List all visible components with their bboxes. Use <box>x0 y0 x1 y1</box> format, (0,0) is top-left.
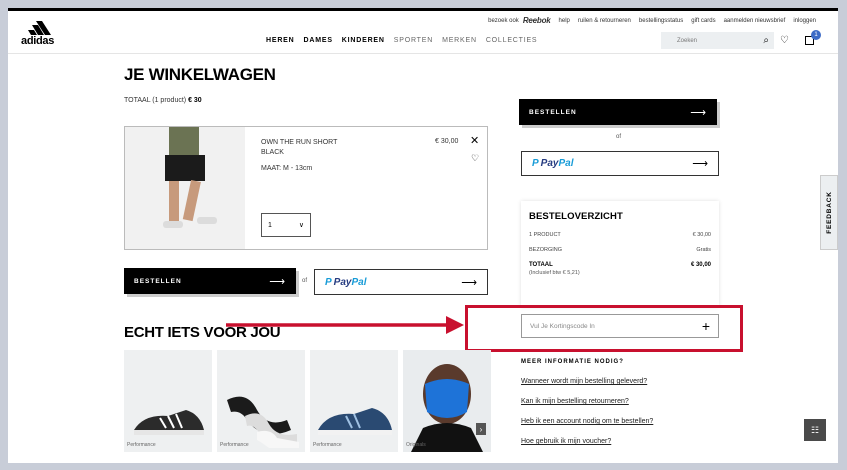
arrow-right-icon: ⟶ <box>690 106 707 119</box>
or-separator: of <box>302 278 308 284</box>
bag-count-badge: 1 <box>811 30 821 40</box>
order-status-link[interactable]: bestellingsstatus <box>639 18 683 24</box>
adidas-logo[interactable]: adidas <box>21 21 63 47</box>
nav-kinderen[interactable]: KINDEREN <box>342 37 385 44</box>
paypal-button-top[interactable]: P PayPal ⟶ <box>521 151 719 176</box>
nav-dames[interactable]: DAMES <box>304 37 333 44</box>
or-separator: of <box>616 134 622 140</box>
newsletter-link[interactable]: aanmelden nieuwsbrief <box>724 18 786 24</box>
paypal-logo: P PayPal <box>532 158 573 169</box>
checkout-button-bottom[interactable]: BESTELLEN ⟶ <box>124 268 296 294</box>
info-link-voucher[interactable]: Hoe gebruik ik mijn voucher? <box>521 438 611 445</box>
shoe-image <box>318 408 392 435</box>
order-summary-title: BESTELOVERZICHT <box>529 211 623 222</box>
cart-page: bezoek ook Reebok help ruilen & retourne… <box>8 8 838 463</box>
paypal-wordmark-pay: Pay <box>333 276 352 288</box>
annotation-highlight-box <box>465 305 743 352</box>
nav-heren[interactable]: HEREN <box>266 37 295 44</box>
quantity-select[interactable]: 1 ∨ <box>261 213 311 237</box>
checkout-button-top[interactable]: BESTELLEN ⟶ <box>519 99 717 125</box>
paypal-p-icon: P <box>325 276 332 288</box>
quantity-value: 1 <box>268 221 272 229</box>
model-shorts-illustration <box>125 127 245 249</box>
recommendation-card[interactable]: Performance <box>310 350 398 452</box>
info-link-account[interactable]: Heb ik een account nodig om te bestellen… <box>521 418 653 425</box>
order-summary: BESTELOVERZICHT 1 PRODUCT € 30,00 BEZORG… <box>521 201 719 307</box>
cart-total-line: TOTAAL (1 product) € 30 <box>124 97 202 104</box>
reebok-prefix: bezoek ook <box>488 17 519 24</box>
feedback-label: FEEDBACK <box>825 191 833 234</box>
info-link-returns[interactable]: Kan ik mijn bestelling retourneren? <box>521 398 629 405</box>
recommendation-label: Performance <box>127 442 156 448</box>
checkout-label: BESTELLEN <box>134 277 182 285</box>
summary-total-value: € 30,00 <box>690 262 711 268</box>
info-title: MEER INFORMATIE NODIG? <box>521 359 624 365</box>
cart-item: OWN THE RUN SHORT BLACK MAAT: M - 13cm €… <box>124 126 488 250</box>
paypal-p-icon: P <box>532 158 539 169</box>
product-size: MAAT: M - 13cm <box>261 165 313 172</box>
reebok-link[interactable]: bezoek ook Reebok <box>488 16 551 25</box>
remove-item-close-icon[interactable]: ✕ <box>470 134 479 147</box>
top-border <box>8 8 838 11</box>
chevron-down-icon: ∨ <box>298 222 304 229</box>
login-link[interactable]: inloggen <box>793 18 816 24</box>
item-wishlist-heart-icon[interactable]: ♡ <box>471 153 479 164</box>
search-placeholder: Zoeken <box>677 37 698 44</box>
summary-total-row: TOTAAL € 30,00 <box>529 262 711 268</box>
arrow-right-icon: ⟶ <box>461 276 477 289</box>
recommendation-label: Performance <box>220 442 249 448</box>
paypal-wordmark-pal: Pal <box>558 158 574 169</box>
arrow-right-icon: ⟶ <box>692 158 708 170</box>
brand-wordmark: adidas <box>21 35 55 47</box>
reebok-logo: Reebok <box>522 16 551 25</box>
product-image[interactable] <box>125 127 245 249</box>
nav-merken[interactable]: MERKEN <box>442 37 477 44</box>
paypal-button-bottom[interactable]: P PayPal ⟶ <box>314 269 488 295</box>
paypal-logo: P PayPal <box>325 277 366 288</box>
arrow-right-icon: ⟶ <box>269 275 286 288</box>
summary-total-label: TOTAAL <box>529 262 553 268</box>
recommendation-card[interactable]: Originals › <box>403 350 491 452</box>
summary-vat-note: (Inclusief btw € 5,21) <box>529 270 580 276</box>
nav-sporten[interactable]: SPORTEN <box>394 37 433 44</box>
summary-products-value: € 30,00 <box>692 232 711 238</box>
nav-collecties[interactable]: COLLECTIES <box>486 37 538 44</box>
cart-total-label: TOTAAL (1 product) <box>124 97 187 104</box>
adidas-stripes-icon <box>28 21 51 35</box>
summary-shipping-value: Gratis <box>696 247 711 253</box>
recommendations-title: ECHT IETS VOOR JOU <box>124 324 281 341</box>
cart-total-value: € 30 <box>188 97 202 104</box>
header-divider <box>8 53 838 54</box>
shoe-image <box>134 410 204 435</box>
search-icon[interactable]: ⌕ <box>763 35 769 46</box>
carousel-next-chevron-right-icon[interactable]: › <box>476 423 486 435</box>
product-name[interactable]: OWN THE RUN SHORT BLACK <box>261 138 361 158</box>
utility-links: bezoek ook Reebok help ruilen & retourne… <box>488 16 816 25</box>
summary-shipping-label: BEZORGING <box>529 247 563 253</box>
page-title: JE WINKELWAGEN <box>124 65 276 84</box>
recommendation-label: Originals <box>406 442 426 448</box>
search-input[interactable]: Zoeken ⌕ <box>661 32 774 49</box>
returns-link[interactable]: ruilen & retourneren <box>578 18 631 24</box>
recommendation-label: Performance <box>313 442 342 448</box>
info-link-delivery[interactable]: Wanneer wordt mijn bestelling geleverd? <box>521 378 647 385</box>
face-mask-image <box>403 350 491 452</box>
paypal-wordmark-pal: Pal <box>351 276 367 288</box>
recommendation-card[interactable]: Performance <box>124 350 212 452</box>
wishlist-heart-icon[interactable]: ♡ <box>780 35 789 46</box>
gift-cards-link[interactable]: gift cards <box>691 18 715 24</box>
summary-shipping-row: BEZORGING Gratis <box>529 247 711 253</box>
summary-products-row: 1 PRODUCT € 30,00 <box>529 232 711 238</box>
paypal-wordmark-pay: Pay <box>540 158 559 169</box>
help-link[interactable]: help <box>559 18 570 24</box>
summary-products-label: 1 PRODUCT <box>529 232 561 238</box>
checkout-label: BESTELLEN <box>529 108 577 116</box>
recommendation-card[interactable]: Performance <box>217 350 305 452</box>
feedback-tab[interactable]: FEEDBACK <box>820 175 838 250</box>
socks-image <box>227 396 299 448</box>
main-nav: HEREN DAMES KINDEREN SPORTEN MERKEN COLL… <box>266 37 537 44</box>
product-price: € 30,00 <box>435 138 459 145</box>
chat-icon[interactable]: ☷ <box>804 419 826 441</box>
